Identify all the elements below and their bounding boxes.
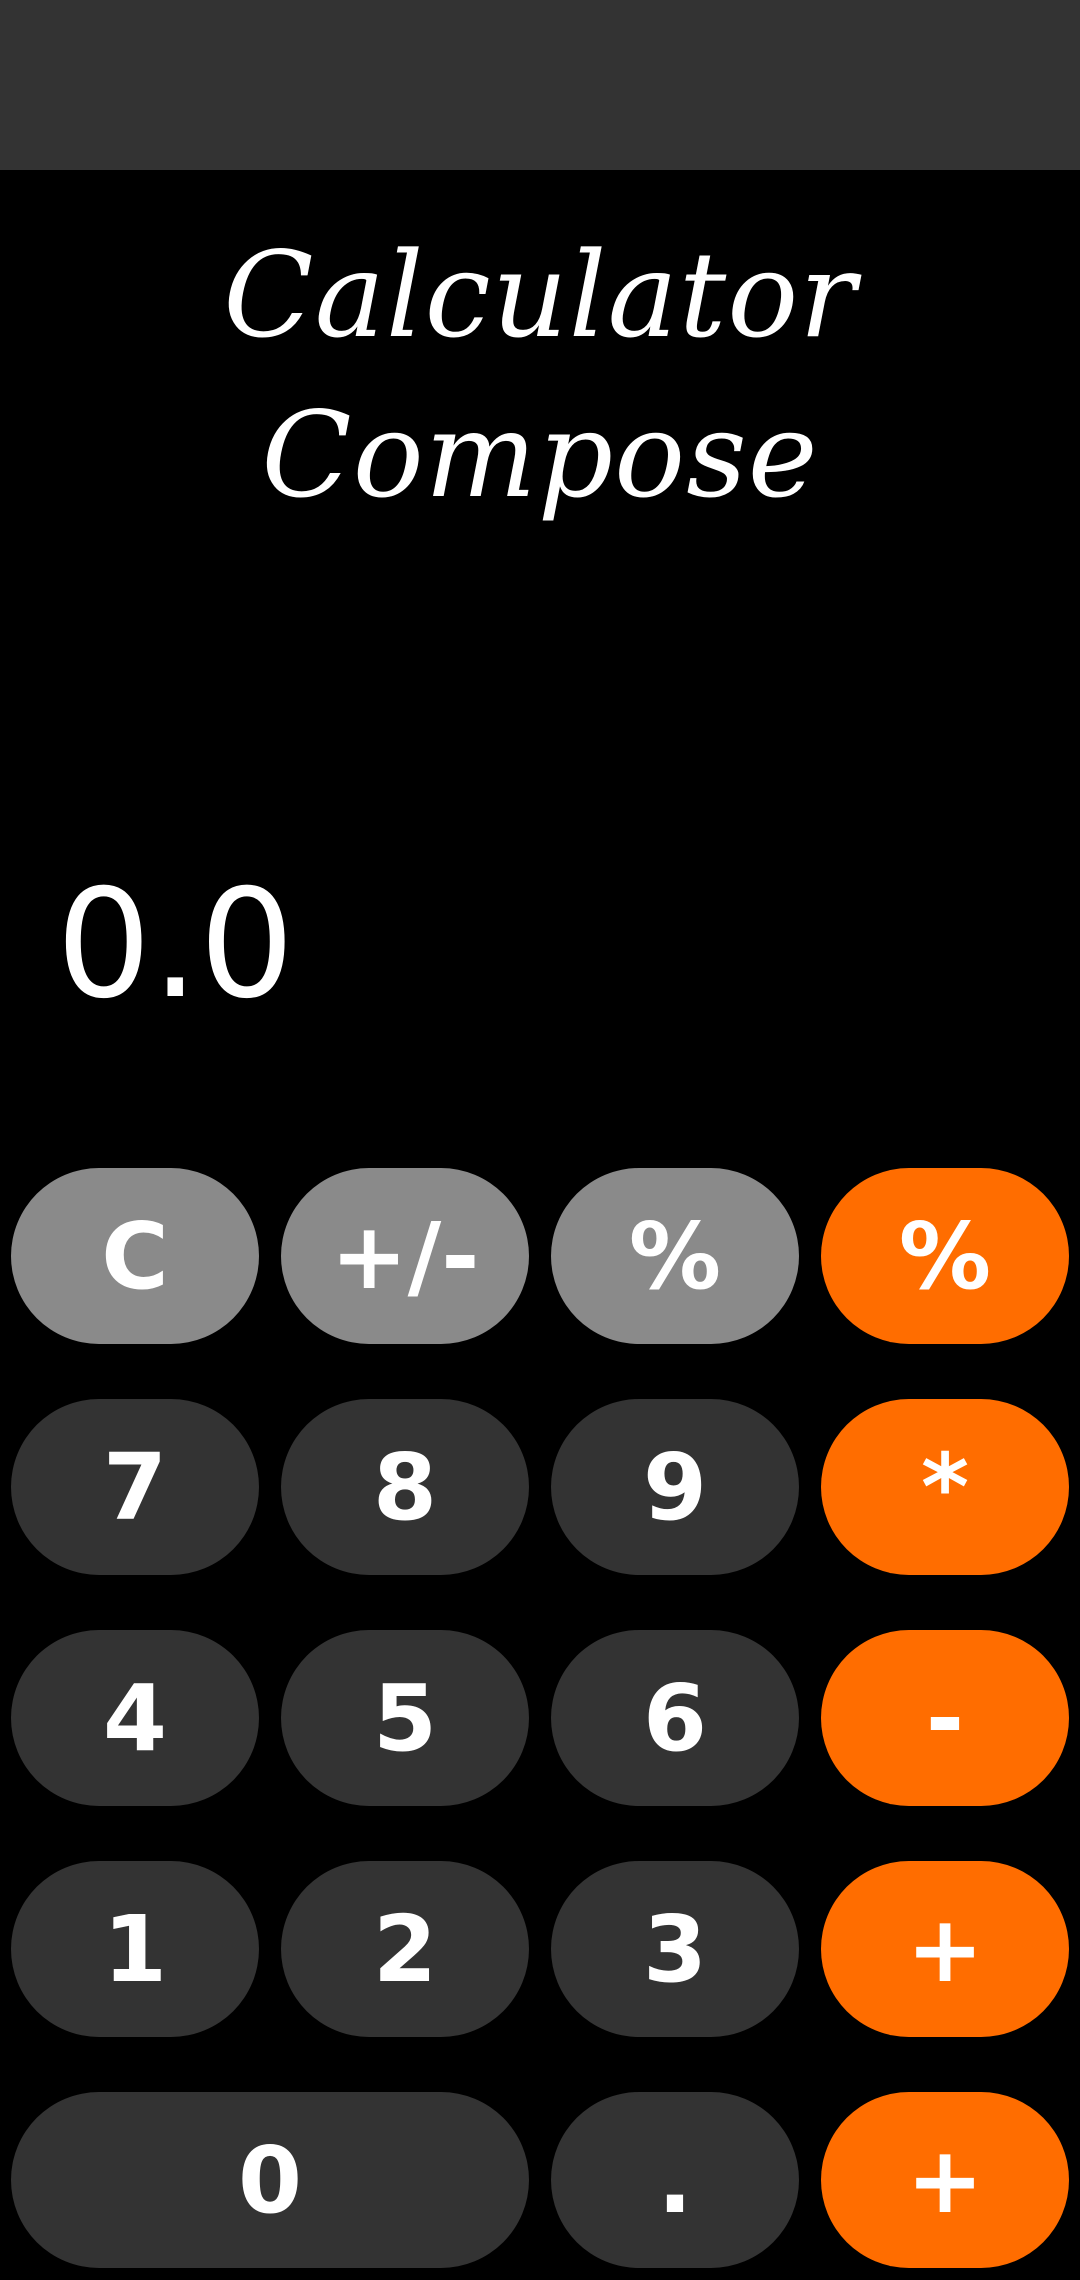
- digit-7-button[interactable]: 7: [11, 1399, 259, 1575]
- clear-button[interactable]: C: [11, 1168, 259, 1344]
- toggle-sign-button[interactable]: +/-: [281, 1168, 529, 1344]
- subtract-button[interactable]: -: [821, 1630, 1069, 1806]
- digit-3-button[interactable]: 3: [551, 1861, 799, 2037]
- equals-button[interactable]: +: [821, 2092, 1069, 2268]
- percent-button[interactable]: %: [551, 1168, 799, 1344]
- digit-4-button[interactable]: 4: [11, 1630, 259, 1806]
- multiply-button[interactable]: *: [821, 1399, 1069, 1575]
- keypad: C +/- % % 7 8 9 * 4 5 6 - 1 2 3 + 0 . +: [0, 0, 1080, 2280]
- digit-8-button[interactable]: 8: [281, 1399, 529, 1575]
- digit-5-button[interactable]: 5: [281, 1630, 529, 1806]
- digit-0-button[interactable]: 0: [11, 2092, 529, 2268]
- digit-9-button[interactable]: 9: [551, 1399, 799, 1575]
- divide-button[interactable]: %: [821, 1168, 1069, 1344]
- add-button[interactable]: +: [821, 1861, 1069, 2037]
- digit-2-button[interactable]: 2: [281, 1861, 529, 2037]
- digit-1-button[interactable]: 1: [11, 1861, 259, 2037]
- decimal-point-button[interactable]: .: [551, 2092, 799, 2268]
- digit-6-button[interactable]: 6: [551, 1630, 799, 1806]
